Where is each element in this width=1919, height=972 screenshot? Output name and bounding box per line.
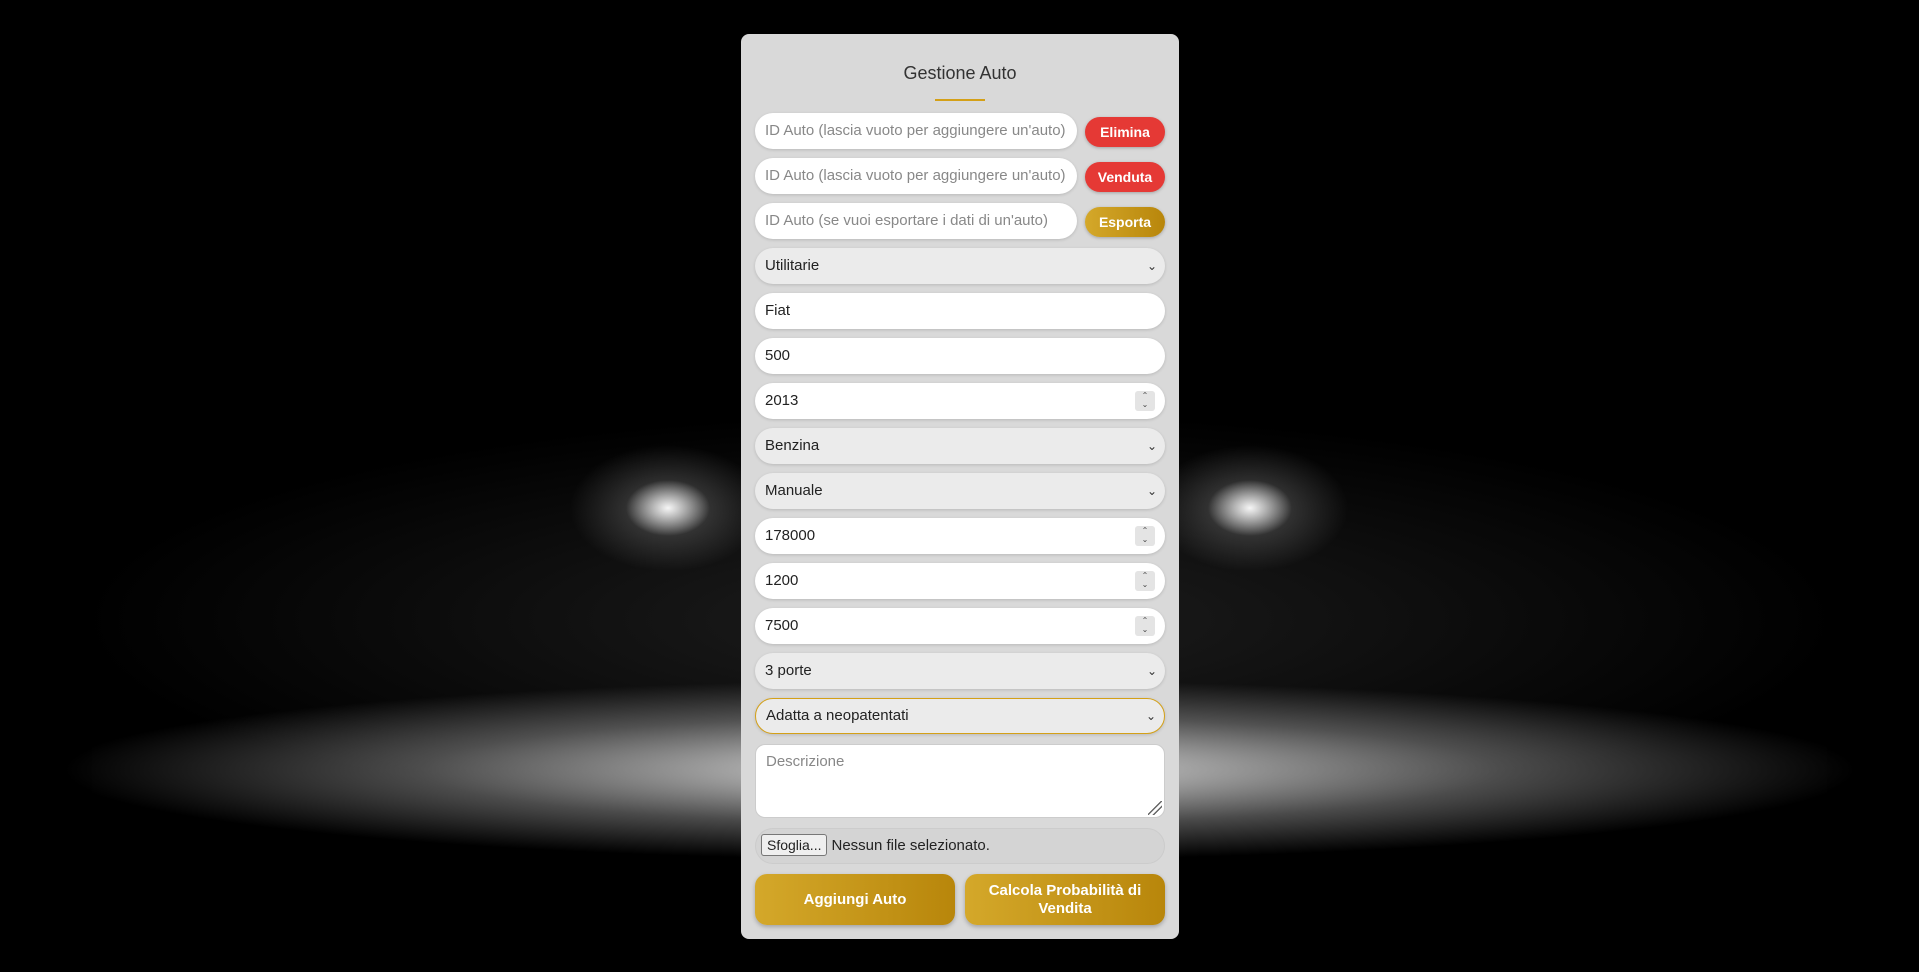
engine-value: 1200: [765, 572, 799, 589]
delete-button[interactable]: Elimina: [1085, 117, 1165, 147]
price-spinner-icon[interactable]: ⌃ ⌄: [1135, 616, 1155, 636]
car-management-panel: Gestione Auto ID Auto (lascia vuoto per …: [741, 34, 1179, 939]
calc-probability-button[interactable]: Calcola Probabilità di Vendita: [965, 874, 1165, 925]
sold-button[interactable]: Venduta: [1085, 162, 1165, 192]
export-row: ID Auto (se vuoi esportare i dati di un'…: [755, 203, 1165, 239]
engine-row: 1200 ⌃ ⌄: [755, 563, 1165, 599]
price-value: 7500: [765, 617, 799, 634]
year-value: 2013: [765, 392, 799, 409]
delete-id-input[interactable]: ID Auto (lascia vuoto per aggiungere un'…: [755, 113, 1077, 149]
neopatentati-value: Adatta a neopatentati: [766, 707, 909, 724]
fuel-select[interactable]: Benzina ⌄: [755, 428, 1165, 464]
neopatentati-row: Adatta a neopatentati ⌄: [755, 698, 1165, 734]
calc-probability-label: Calcola Probabilità di Vendita: [988, 881, 1142, 917]
export-id-input[interactable]: ID Auto (se vuoi esportare i dati di un'…: [755, 203, 1077, 239]
doors-value: 3 porte: [765, 662, 812, 679]
mileage-spinner-icon[interactable]: ⌃ ⌄: [1135, 526, 1155, 546]
fuel-row: Benzina ⌄: [755, 428, 1165, 464]
chevron-down-icon: ⌄: [1145, 709, 1156, 723]
export-button[interactable]: Esporta: [1085, 207, 1165, 237]
add-car-button[interactable]: Aggiungi Auto: [755, 874, 955, 925]
doors-row: 3 porte ⌄: [755, 653, 1165, 689]
engine-spinner-icon[interactable]: ⌃ ⌄: [1135, 571, 1155, 591]
transmission-value: Manuale: [765, 482, 823, 499]
description-textarea[interactable]: Descrizione: [755, 744, 1165, 818]
fuel-value: Benzina: [765, 437, 820, 454]
mileage-value: 178000: [765, 527, 816, 544]
year-spinner-icon[interactable]: ⌃ ⌄: [1135, 391, 1155, 411]
price-input[interactable]: 7500: [755, 608, 1165, 644]
chevron-down-icon: ⌄: [1146, 664, 1157, 678]
chevron-down-icon: ⌄: [1146, 259, 1157, 273]
transmission-select[interactable]: Manuale ⌄: [755, 473, 1165, 509]
brand-input[interactable]: Fiat: [755, 293, 1165, 329]
title-underline: [935, 99, 985, 101]
price-row: 7500 ⌃ ⌄: [755, 608, 1165, 644]
add-car-label: Aggiungi Auto: [803, 890, 907, 908]
brand-row: Fiat: [755, 293, 1165, 329]
description-placeholder: Descrizione: [766, 753, 845, 770]
year-input[interactable]: 2013: [755, 383, 1165, 419]
export-id-placeholder: ID Auto (se vuoi esportare i dati di un'…: [765, 212, 1049, 229]
resize-grip-icon[interactable]: [1148, 801, 1162, 815]
transmission-row: Manuale ⌄: [755, 473, 1165, 509]
sold-id-input[interactable]: ID Auto (lascia vuoto per aggiungere un'…: [755, 158, 1077, 194]
chevron-down-icon: ⌄: [1146, 439, 1157, 453]
doors-select[interactable]: 3 porte ⌄: [755, 653, 1165, 689]
mileage-input[interactable]: 178000: [755, 518, 1165, 554]
model-input[interactable]: 500: [755, 338, 1165, 374]
sold-row: ID Auto (lascia vuoto per aggiungere un'…: [755, 158, 1165, 194]
mileage-row: 178000 ⌃ ⌄: [755, 518, 1165, 554]
delete-row: ID Auto (lascia vuoto per aggiungere un'…: [755, 113, 1165, 149]
model-row: 500: [755, 338, 1165, 374]
chevron-down-icon: ⌄: [1146, 484, 1157, 498]
category-select[interactable]: Utilitarie ⌄: [755, 248, 1165, 284]
delete-id-placeholder: ID Auto (lascia vuoto per aggiungere un'…: [765, 122, 1066, 139]
category-row: Utilitarie ⌄: [755, 248, 1165, 284]
file-status: Nessun file selezionato.: [831, 837, 990, 854]
page-title: Gestione Auto: [903, 63, 1017, 83]
neopatentati-select[interactable]: Adatta a neopatentati ⌄: [755, 698, 1165, 734]
sold-id-placeholder: ID Auto (lascia vuoto per aggiungere un'…: [765, 167, 1066, 184]
browse-button[interactable]: Sfoglia...: [761, 833, 828, 856]
file-input: Sfoglia... Nessun file selezionato.: [755, 828, 1165, 864]
year-row: 2013 ⌃ ⌄: [755, 383, 1165, 419]
engine-input[interactable]: 1200: [755, 563, 1165, 599]
category-value: Utilitarie: [765, 257, 820, 274]
